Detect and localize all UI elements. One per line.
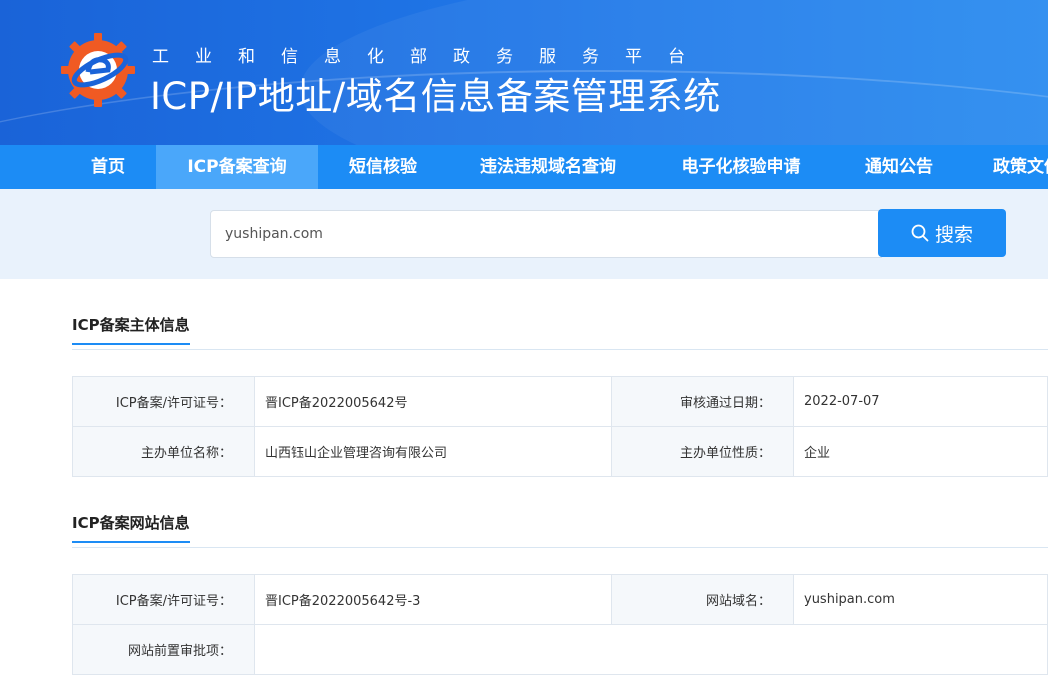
label-license-no: ICP备案/许可证号：	[72, 376, 255, 427]
section-divider	[72, 547, 1048, 548]
search-icon	[911, 224, 929, 242]
nav-item-sms-verify[interactable]: 短信核验	[330, 145, 436, 189]
nav-item-e-verify[interactable]: 电子化核验申请	[664, 145, 818, 189]
search-button-label: 搜索	[934, 223, 973, 246]
nav-item-home[interactable]: 首页	[62, 145, 154, 189]
search-button[interactable]: 搜索	[878, 209, 1006, 257]
main-nav: 首页 ICP备案查询 短信核验 违法违规域名查询 电子化核验申请 通知公告 政策…	[0, 145, 1048, 189]
search-bar: yushipan.com 搜索	[0, 189, 1048, 279]
value-license-no: 晋ICP备2022005642号	[254, 376, 612, 427]
search-input[interactable]: yushipan.com	[210, 210, 882, 258]
value-approval-date: 2022-07-07	[793, 376, 1048, 427]
label-organizer-name: 主办单位名称：	[72, 426, 255, 477]
nav-item-icp-query[interactable]: ICP备案查询	[156, 145, 318, 189]
label-organizer-type: 主办单位性质：	[611, 426, 794, 477]
value-pre-approval	[254, 624, 1048, 675]
banner-subtitle: 工业和信息化部政务服务平台	[152, 47, 711, 67]
section-divider	[72, 349, 1048, 350]
nav-item-policy[interactable]: 政策文件	[984, 145, 1048, 189]
value-organizer-name: 山西钰山企业管理咨询有限公司	[254, 426, 612, 477]
section-heading-entity: ICP备案主体信息	[72, 314, 190, 345]
miit-logo-icon	[61, 33, 135, 107]
page-title: ICP/IP地址/域名信息备案管理系统	[150, 75, 721, 118]
section-heading-website: ICP备案网站信息	[72, 512, 190, 543]
label-domain: 网站域名：	[611, 574, 794, 625]
table-row: ICP备案/许可证号： 晋ICP备2022005642号 审核通过日期： 202…	[72, 376, 1048, 427]
nav-item-illegal-domain[interactable]: 违法违规域名查询	[466, 145, 630, 189]
nav-item-notices[interactable]: 通知公告	[850, 145, 948, 189]
value-site-license-no: 晋ICP备2022005642号-3	[254, 574, 612, 625]
table-row: ICP备案/许可证号： 晋ICP备2022005642号-3 网站域名： yus…	[72, 574, 1048, 625]
label-approval-date: 审核通过日期：	[611, 376, 794, 427]
table-row: 网站前置审批项：	[72, 624, 1048, 675]
value-domain: yushipan.com	[793, 574, 1048, 625]
header-banner: 工业和信息化部政务服务平台 ICP/IP地址/域名信息备案管理系统	[0, 0, 1048, 145]
website-info-table: ICP备案/许可证号： 晋ICP备2022005642号-3 网站域名： yus…	[72, 574, 1048, 675]
entity-info-table: ICP备案/许可证号： 晋ICP备2022005642号 审核通过日期： 202…	[72, 376, 1048, 477]
value-organizer-type: 企业	[793, 426, 1048, 477]
table-row: 主办单位名称： 山西钰山企业管理咨询有限公司 主办单位性质： 企业	[72, 426, 1048, 477]
label-site-license-no: ICP备案/许可证号：	[72, 574, 255, 625]
label-pre-approval: 网站前置审批项：	[72, 624, 255, 675]
